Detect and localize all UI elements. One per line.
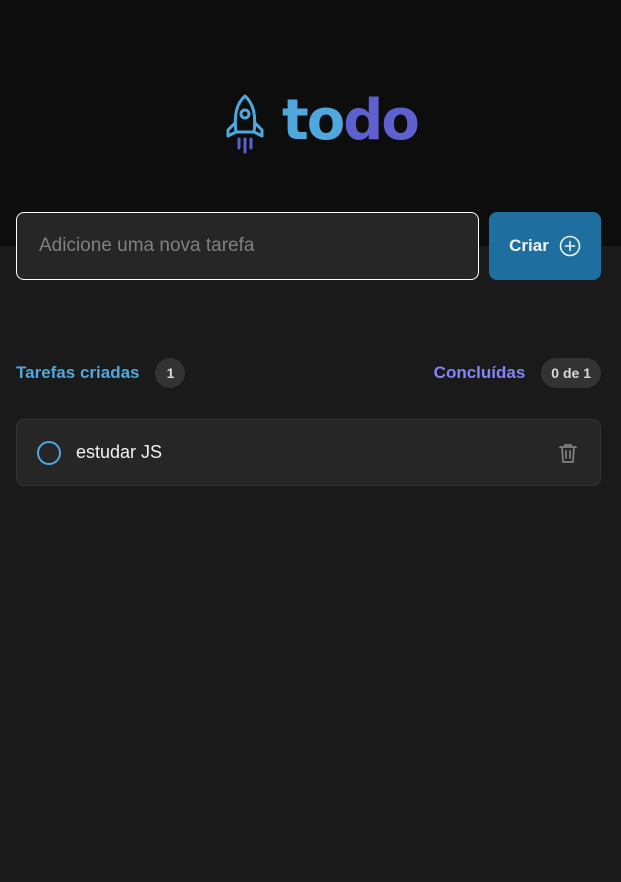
task-text: estudar JS bbox=[76, 442, 163, 462]
done-counter: Concluídas 0 de 1 bbox=[434, 358, 601, 388]
create-button[interactable]: Criar bbox=[489, 212, 601, 280]
done-count-badge: 0 de 1 bbox=[541, 358, 601, 388]
new-task-form: Criar bbox=[16, 212, 601, 280]
task-counters: Tarefas criadas 1 Concluídas 0 de 1 bbox=[16, 358, 601, 388]
header: todo bbox=[0, 0, 621, 246]
logo-text: todo bbox=[282, 93, 420, 149]
task-item: estudar JS bbox=[16, 419, 601, 486]
done-label: Concluídas bbox=[433, 363, 526, 382]
plus-circle-icon bbox=[559, 235, 581, 257]
logo-text-do: do bbox=[343, 88, 420, 153]
rocket-icon bbox=[226, 94, 264, 154]
task-checkbox[interactable] bbox=[37, 440, 61, 465]
logo: todo bbox=[224, 92, 420, 156]
logo-text-to: to bbox=[282, 88, 345, 153]
created-count-badge: 1 bbox=[155, 358, 186, 388]
created-counter: Tarefas criadas 1 bbox=[16, 358, 186, 388]
new-task-input[interactable] bbox=[16, 212, 479, 280]
task-list: estudar JS bbox=[16, 419, 601, 486]
trash-icon[interactable] bbox=[556, 441, 580, 465]
create-button-label: Criar bbox=[509, 236, 549, 255]
created-label: Tarefas criadas bbox=[16, 363, 140, 382]
